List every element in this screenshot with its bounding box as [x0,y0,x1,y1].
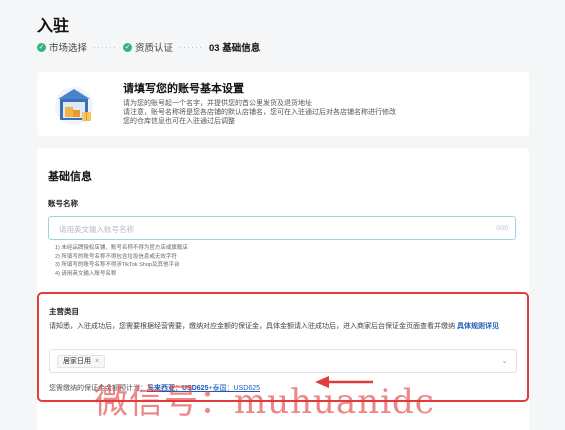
step-separator: ······ [179,42,203,52]
intro-text: 请填写您的账号基本设置 请为您的账号起一个名字，并提供您的首公里发货及退货地址 … [123,80,396,126]
section-title: 基础信息 [48,171,92,183]
step-separator: ······ [93,42,117,52]
step-label: 资质认证 [135,43,174,54]
category-select[interactable]: 居家日用 × ⌄ [49,349,517,373]
step-progress: ✓ 市场选择 ······ ✓ 资质认证 ······ 03 基础信息 [37,40,565,54]
step-basic-info: 03 基础信息 [209,40,260,54]
step-label: 03 基础信息 [209,43,261,54]
account-name-label: 账号名称 [48,199,78,208]
intro-card: 请填写您的账号基本设置 请为您的账号起一个名字，并提供您的首公里发货及退货地址 … [37,72,529,136]
category-description: 请知悉，入驻成功后，您需要根据经营需要，缴纳对应金额的保证金，具体金额请入驻成功… [49,322,519,332]
rule-item: 2) 所填写的账号名称不得包含垃圾信息或无效字符 [55,253,177,260]
intro-line: 请注意，账号名称将是您各店铺的默认店铺名，您可在入驻通过后对各店铺名称进行修改 [123,109,396,116]
close-icon[interactable]: × [95,356,99,367]
account-name-input[interactable]: 请用英文输入账号名称 0/20 [48,216,516,240]
intro-line: 请为您的账号起一个名字，并提供您的首公里发货及退货地址 [123,100,312,107]
main-category-label: 主营类目 [49,307,79,316]
character-counter: 0/20 [496,226,508,232]
intro-title: 请填写您的账号基本设置 [123,83,244,95]
step-qualification[interactable]: ✓ 资质认证 [123,40,173,54]
intro-line: 您的仓库信息也可在入驻通过后调整 [123,118,235,125]
rule-item: 1) 未经品牌授权店铺，账号名称不得为官方店或旗舰店 [55,245,188,251]
step-market-selection[interactable]: ✓ 市场选择 [37,40,87,54]
rules-detail-link[interactable]: 具体规则详见 [457,323,499,330]
category-description-text: 请知悉，入驻成功后，您需要根据经营需要，缴纳对应金额的保证金，具体金额请入驻成功… [49,323,457,330]
account-name-rules: 1) 未经品牌授权店铺，账号名称不得为官方店或旗舰店 2) 所填写的账号名称不得… [55,244,188,278]
warehouse-box-illustration-icon [55,87,93,125]
check-circle-icon: ✓ [37,42,46,52]
rule-item: 4) 请用英文输入账号名称 [55,270,117,277]
page-title: 入驻 [37,18,70,35]
selected-category-tag: 居家日用 × [57,355,106,368]
account-name-placeholder: 请用英文输入账号名称 [59,225,134,234]
check-circle-icon: ✓ [123,42,132,52]
watermark-text: 微信号：muhuanidc [94,382,435,422]
chevron-down-icon[interactable]: ⌄ [501,356,508,365]
step-label: 市场选择 [49,43,88,54]
rule-item: 3) 所填写的账号名称不得涉TikTok Shop及其他平台 [55,262,180,268]
page-header: 入驻 ✓ 市场选择 ······ ✓ 资质认证 ······ 03 基础信息 [0,0,565,72]
tag-label: 居家日用 [63,358,91,365]
